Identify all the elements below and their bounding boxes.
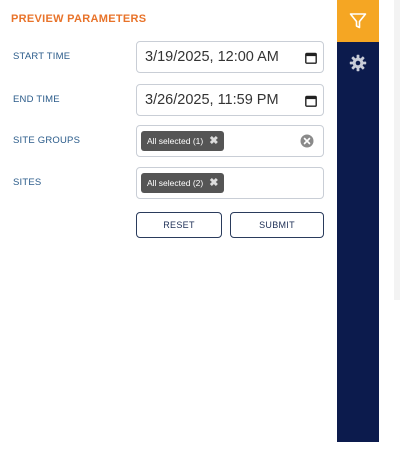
end-time-input[interactable]: 3/26/2025, 11:59 PM: [136, 84, 324, 116]
start-time-input[interactable]: 3/19/2025, 12:00 AM: [136, 41, 324, 73]
sidebar-item-settings[interactable]: [337, 46, 379, 80]
sites-row: SITES All selected (2) ✖: [0, 167, 337, 199]
site-groups-row: SITE GROUPS All selected (1) ✖: [0, 125, 337, 157]
site-groups-chip-label: All selected (1): [147, 136, 204, 146]
sites-chip: All selected (2) ✖: [141, 173, 225, 193]
calendar-icon[interactable]: [305, 52, 317, 64]
start-time-row: START TIME 3/19/2025, 12:00 AM: [0, 41, 337, 73]
site-groups-chip: All selected (1) ✖: [141, 131, 225, 151]
preview-parameters-panel: PREVIEW PARAMETERS START TIME 3/19/2025,…: [0, 0, 337, 451]
sites-chip-label: All selected (2): [147, 178, 204, 188]
end-time-value: 3/26/2025, 11:59 PM: [145, 92, 279, 108]
reset-button[interactable]: RESET: [136, 212, 222, 238]
filter-icon: [349, 13, 367, 29]
chip-remove-icon[interactable]: ✖: [209, 131, 218, 151]
submit-button[interactable]: SUBMIT: [230, 212, 324, 238]
end-time-label: END TIME: [13, 94, 60, 105]
sites-select[interactable]: All selected (2) ✖: [136, 167, 324, 199]
clear-circle-icon[interactable]: [300, 134, 314, 148]
sidebar-item-filter[interactable]: [337, 0, 379, 42]
end-time-row: END TIME 3/26/2025, 11:59 PM: [0, 84, 337, 116]
scrollbar-track[interactable]: [394, 0, 400, 300]
app-root: PREVIEW PARAMETERS START TIME 3/19/2025,…: [0, 0, 400, 451]
start-time-value: 3/19/2025, 12:00 AM: [145, 49, 279, 65]
chip-remove-icon[interactable]: ✖: [209, 173, 218, 193]
start-time-label: START TIME: [13, 51, 71, 62]
right-sidebar: [337, 0, 379, 442]
sites-label: SITES: [13, 177, 42, 188]
panel-title: PREVIEW PARAMETERS: [11, 13, 147, 25]
site-groups-select[interactable]: All selected (1) ✖: [136, 125, 324, 157]
calendar-icon[interactable]: [305, 95, 317, 107]
site-groups-label: SITE GROUPS: [13, 135, 81, 146]
gear-icon: [349, 54, 367, 72]
